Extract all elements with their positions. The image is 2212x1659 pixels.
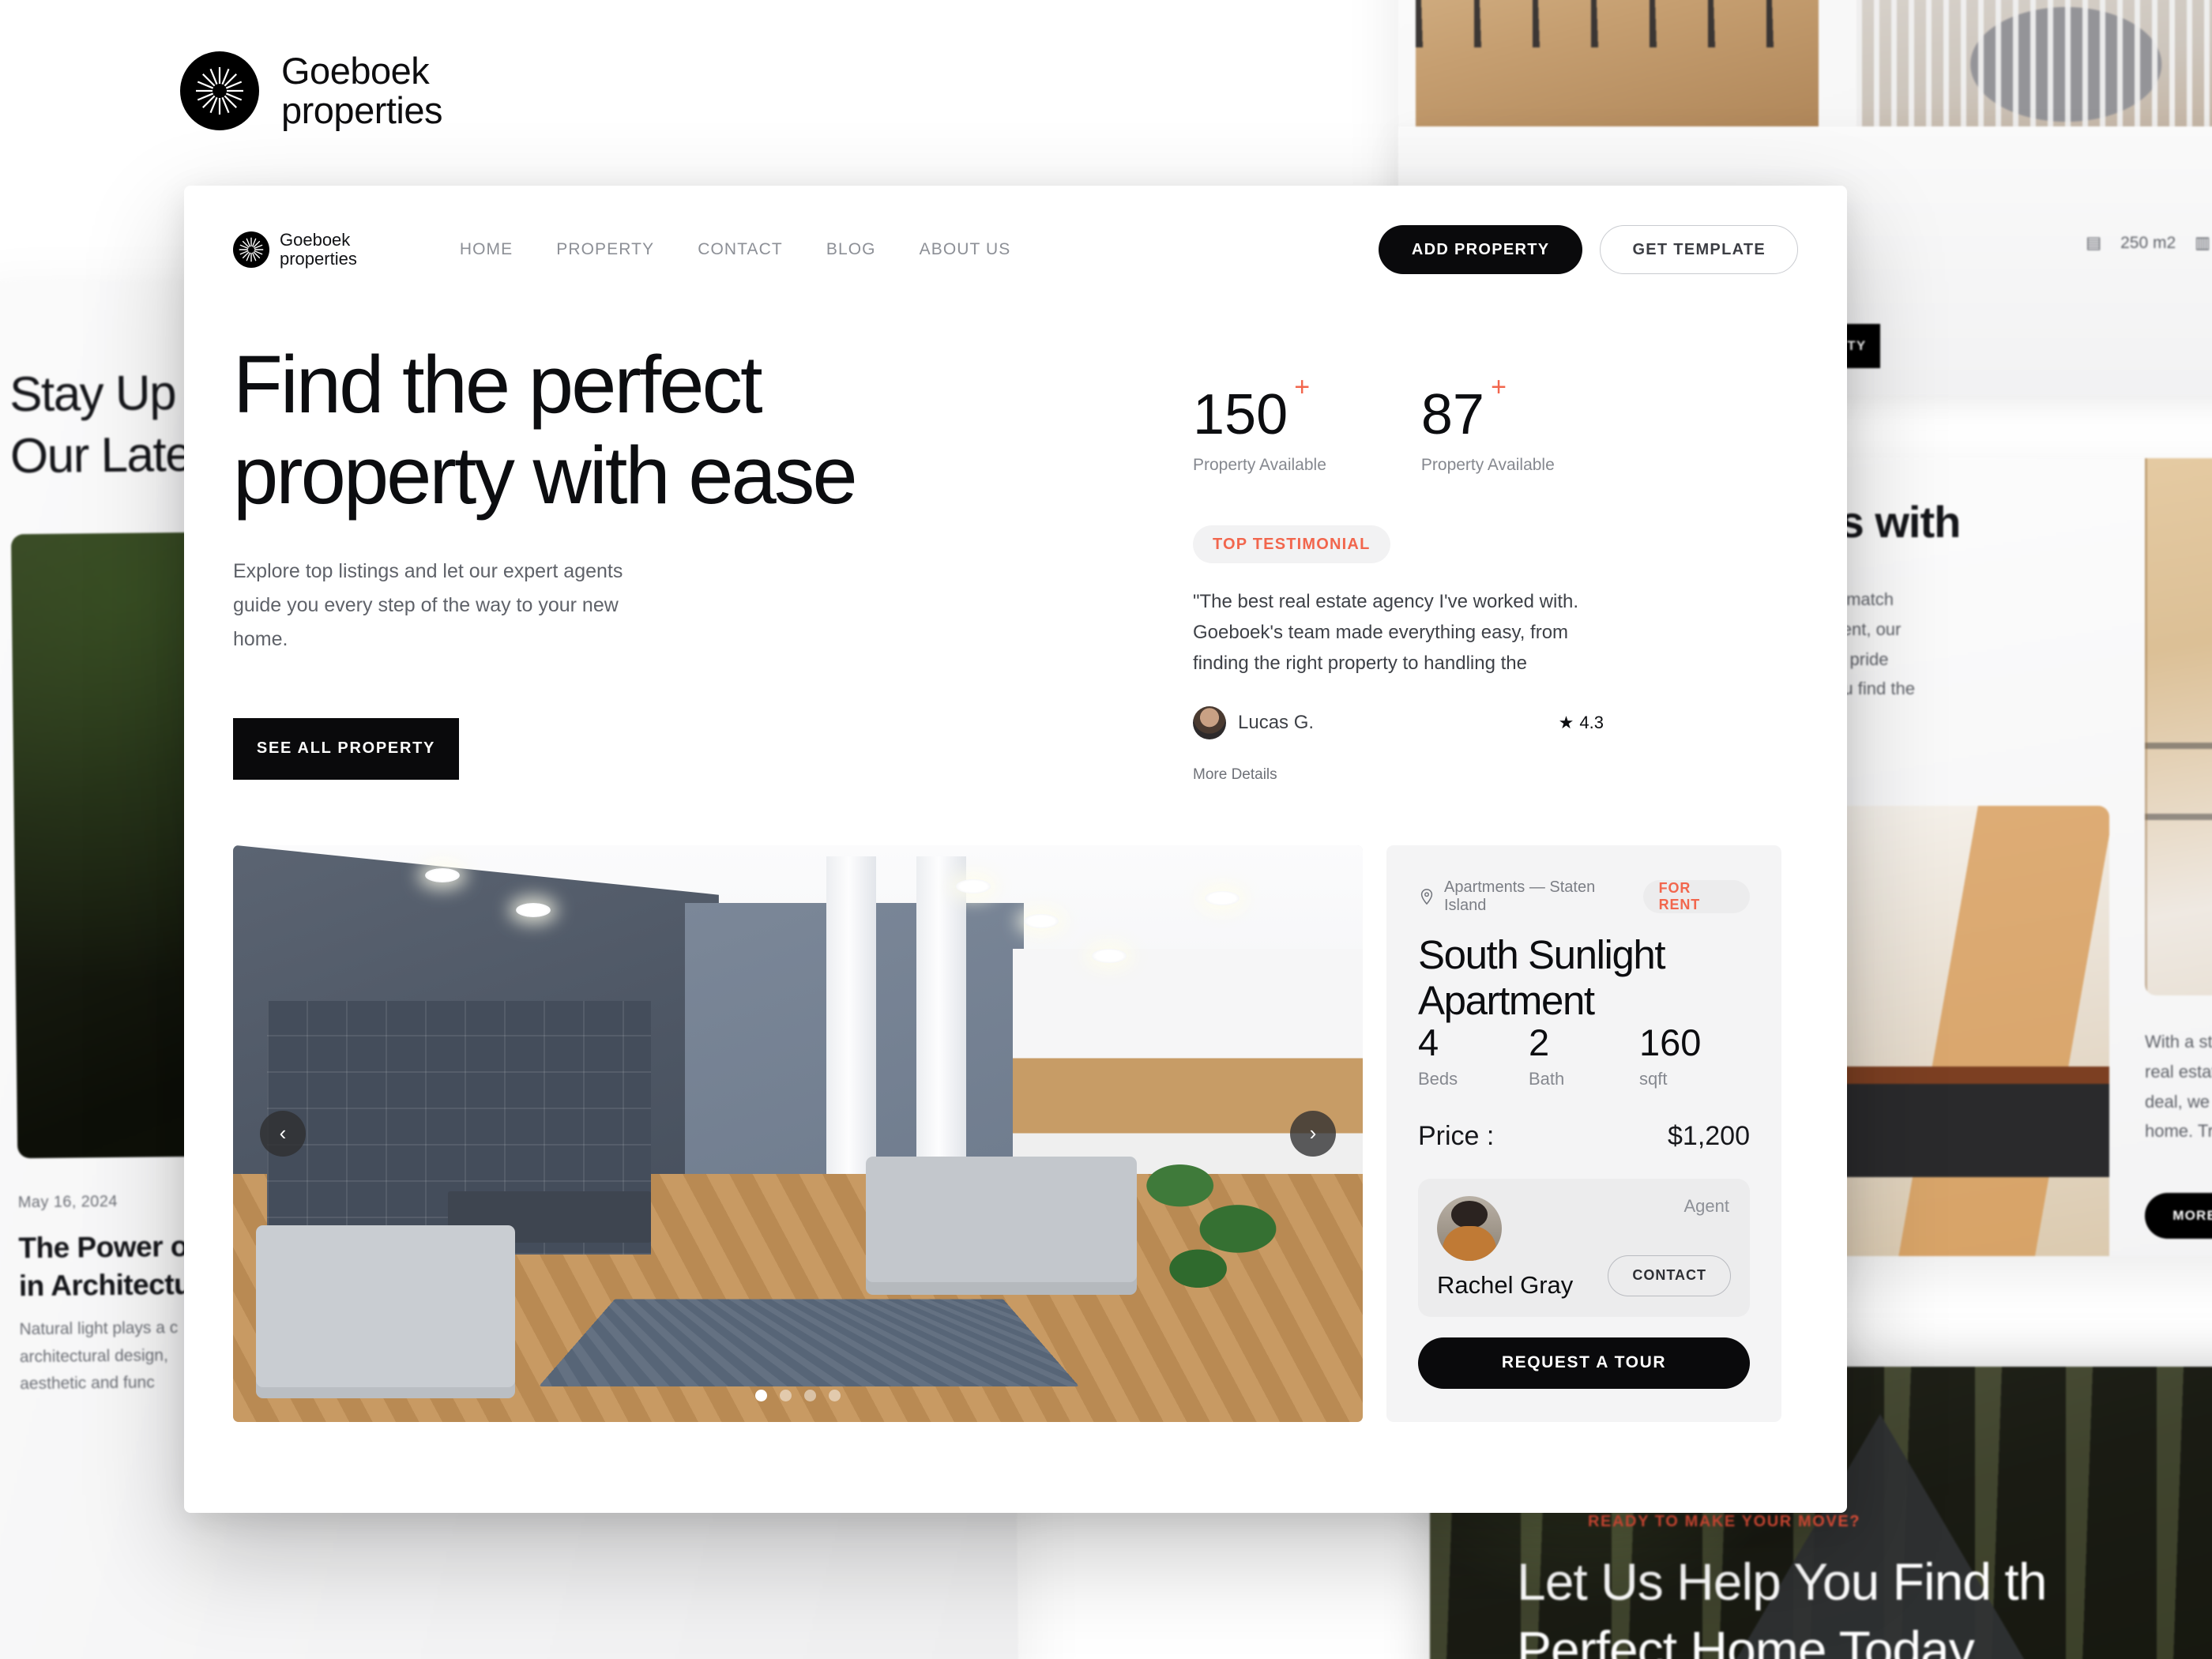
stat-label: Property Available [1193,456,1326,474]
request-a-tour-button[interactable]: REQUEST A TOUR [1418,1337,1750,1389]
avatar [1193,705,1226,739]
background-kitchen-photo [2145,458,2212,995]
brand-logo-top: Goeboek properties [180,50,443,131]
background-listing-specs: ▤ 250 m2 ▥ 4 ◠ [2086,233,2210,253]
price-value: $1,200 [1668,1120,1750,1151]
property-title: South Sunlight Apartment [1418,931,1666,1023]
spec-sqft: 160 sqft [1639,1024,1750,1089]
sunburst-icon [180,51,259,130]
background-cta-eyebrow: READY TO MAKE YOUR MOVE? [1588,1513,1861,1530]
background-more-about-us-button: MORE ABOUT US [2145,1193,2212,1239]
testimonial-author-name: Lucas G. [1238,711,1315,733]
plus-sign: + [1294,372,1311,402]
area-icon: ▤ [2086,234,2102,252]
brand-wordmark: Goeboek properties [281,50,443,131]
testimonial-author-row: Lucas G. ★ 4.3 [1193,705,1604,739]
stat-item: 87 + Property Available [1420,372,1555,475]
background-process-paragraph-2: With a strong focus on c real estate jou… [2145,1032,2212,1142]
spec-label: Beds [1418,1068,1458,1089]
page-title: Find the perfect property with ease [233,339,858,521]
plus-sign: + [1491,372,1507,402]
nav-item-home[interactable]: HOME [460,240,513,259]
nav-item-about-us[interactable]: ABOUT US [920,240,1011,259]
add-property-button[interactable]: ADD PROPERTY [1378,225,1583,274]
property-location: Apartments — Staten Island [1444,878,1596,914]
chevron-right-icon[interactable]: › [1290,1110,1336,1157]
spec-label: Bath [1528,1068,1565,1089]
property-detail-card: Apartments — Staten Island FOR RENT Sout… [1386,845,1781,1422]
agent-panel: Agent Rachel Gray CONTACT [1418,1178,1750,1317]
spec-value: 4 [1418,1021,1439,1063]
see-all-property-button[interactable]: SEE ALL PROPERTY [233,717,459,780]
stats-group: 150 + Property Available 87 + Property A… [1193,372,1643,475]
background-blog-date: May 16, 2024 [17,1192,118,1212]
more-details-link[interactable]: More Details [1193,766,1643,784]
site-header: Goeboek properties HOME PROPERTY CONTACT… [233,222,1798,277]
location-pin-icon [1420,888,1433,905]
testimonial-quote: "The best real estate agency I've worked… [1193,591,1579,674]
get-template-button[interactable]: GET TEMPLATE [1600,225,1798,274]
agent-role-label: Agent [1683,1195,1730,1216]
sunburst-icon [233,231,269,268]
status-badge: FOR RENT [1642,879,1750,913]
slider-dot[interactable] [755,1389,767,1401]
bed-icon: ▥ [2195,234,2210,252]
header-logo[interactable]: Goeboek properties [233,231,357,269]
slider-dots [755,1389,841,1401]
showcase-section: ‹ › Apartments — Staten Island FOR RENT … [233,845,1798,1422]
property-price-row: Price : $1,200 [1418,1121,1750,1152]
hero-right-column: 150 + Property Available 87 + Property A… [1193,339,1643,784]
hero-left-column: Find the perfect property with ease Expl… [233,339,1193,784]
stat-label: Property Available [1420,456,1555,474]
website-preview-window: Goeboek properties HOME PROPERTY CONTACT… [184,186,1847,1513]
spec-value: 160 [1638,1021,1702,1063]
spec-label: sqft [1638,1068,1668,1089]
nav-item-property[interactable]: PROPERTY [556,240,654,259]
main-navigation: HOME PROPERTY CONTACT BLOG ABOUT US [460,240,1011,259]
contact-agent-button[interactable]: CONTACT [1608,1255,1731,1296]
hero-section: Find the perfect property with ease Expl… [233,339,1798,784]
spec-bath: 2 Bath [1529,1024,1639,1089]
nav-item-blog[interactable]: BLOG [826,240,876,259]
hero-subtitle: Explore top listings and let our expert … [233,559,623,650]
agent-avatar [1437,1195,1502,1261]
header-actions: ADD PROPERTY GET TEMPLATE [1378,225,1798,274]
spec-beds: 4 Beds [1418,1024,1529,1089]
spec-value: 2 [1528,1021,1550,1063]
stat-item: 150 + Property Available [1193,372,1326,475]
property-image-slider[interactable]: ‹ › [233,845,1363,1422]
property-card-header: Apartments — Staten Island FOR RENT [1418,878,1750,915]
property-photo [233,845,1363,1422]
chevron-left-icon[interactable]: ‹ [260,1110,306,1157]
testimonial-rating: ★ 4.3 [1558,712,1604,732]
star-icon: ★ [1558,712,1574,732]
top-testimonial-badge: TOP TESTIMONIAL [1193,525,1390,563]
stat-value: 87 + [1420,372,1507,446]
slider-dot[interactable] [804,1389,816,1401]
background-cta-title: Let Us Help You Find th Perfect Home Tod… [1517,1552,2047,1659]
slider-dot[interactable] [780,1389,792,1401]
property-specs: 4 Beds 2 Bath 160 sqft [1418,1024,1750,1089]
header-wordmark: Goeboek properties [280,230,357,269]
slider-dot[interactable] [829,1389,841,1401]
nav-item-contact[interactable]: CONTACT [698,240,783,259]
background-blog-title: Stay Up Our Late [9,366,192,484]
stat-value: 150 + [1193,372,1311,446]
price-label: Price : [1418,1120,1495,1151]
